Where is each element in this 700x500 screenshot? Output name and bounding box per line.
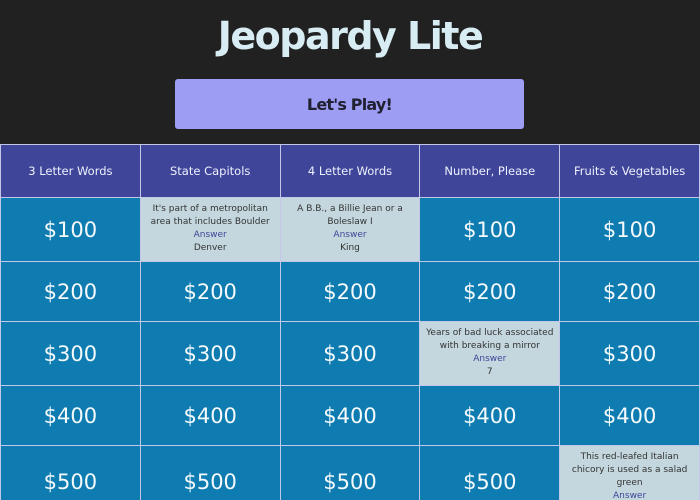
clue-text: Years of bad luck associated with breaki… [426, 328, 554, 351]
clue-value-cell[interactable]: $200 [279, 261, 421, 322]
answer-text: King [340, 243, 360, 253]
clue-value-cell[interactable]: $400 [0, 385, 141, 446]
clue-value-cell[interactable]: $100 [0, 197, 141, 262]
clue-value-cell[interactable]: $300 [559, 321, 700, 386]
board-row: $500 $500 $500 $500 This red-leafed Italian … [0, 445, 700, 500]
game-title: Jeopardy Lite [217, 14, 484, 58]
board-row: $200 $200 $200 $200 $200 [0, 261, 700, 322]
board-row: $100 It's part of a metropolitan area tha… [0, 197, 700, 262]
category-header: State Capitols [139, 144, 281, 198]
board-row: $400 $400 $400 $400 $400 [0, 385, 700, 446]
revealed-clue-cell: Years of bad luck associated with breaki… [419, 321, 561, 386]
clue-value-cell[interactable]: $300 [139, 321, 281, 386]
answer-link[interactable]: Answer [145, 229, 276, 242]
clue-value-cell[interactable]: $200 [139, 261, 281, 322]
clue-value-cell[interactable]: $500 [419, 445, 561, 500]
clue-value-cell[interactable]: $500 [279, 445, 421, 500]
category-header: Number, Please [419, 144, 561, 198]
category-header: 4 Letter Words [279, 144, 421, 198]
category-row: 3 Letter Words State Capitols 4 Letter Wor… [0, 144, 700, 198]
clue-value-cell[interactable]: $200 [559, 261, 700, 322]
answer-text: Denver [193, 243, 227, 253]
answer-link[interactable]: Answer [424, 353, 555, 366]
clue-value-cell[interactable]: $400 [559, 385, 700, 446]
board-row: $300 $300 $300 Years of bad luck associated… [0, 321, 700, 386]
answer-link[interactable]: Answer [564, 490, 695, 500]
clue-value-cell[interactable]: $500 [139, 445, 281, 500]
clue-value-cell[interactable]: $100 [559, 197, 700, 262]
clue-value-cell[interactable]: $400 [419, 385, 561, 446]
category-header: Fruits & Vegetables [559, 144, 700, 198]
clue-value-cell[interactable]: $400 [279, 385, 421, 446]
clue-text: This red-leafed Italian chicory is used … [571, 452, 688, 488]
clue-value-cell[interactable]: $300 [279, 321, 421, 386]
revealed-clue-cell: This red-leafed Italian chicory is used … [559, 445, 700, 500]
game-board: 3 Letter Words State Capitols 4 Letter Wor… [0, 144, 700, 500]
answer-link[interactable]: Answer [285, 229, 416, 242]
clue-text: A B.B., a Billie Jean or a Boleslaw I [297, 204, 403, 227]
lets-play-button[interactable]: Let's Play! [175, 79, 524, 129]
category-header: 3 Letter Words [0, 144, 141, 198]
revealed-clue-cell: It's part of a metropolitan area that in… [139, 197, 281, 262]
clue-value-cell[interactable]: $100 [419, 197, 561, 262]
clue-value-cell[interactable]: $200 [0, 261, 141, 322]
board-table: 3 Letter Words State Capitols 4 Letter Wor… [0, 144, 700, 500]
clue-value-cell[interactable]: $500 [0, 445, 141, 500]
revealed-clue-cell: A B.B., a Billie Jean or a Boleslaw I Ans… [279, 197, 421, 262]
clue-text: It's part of a metropolitan area that in… [150, 204, 270, 227]
clue-value-cell[interactable]: $200 [419, 261, 561, 322]
clue-value-cell[interactable]: $400 [139, 385, 281, 446]
clue-value-cell[interactable]: $300 [0, 321, 141, 386]
answer-text: 7 [486, 367, 493, 377]
